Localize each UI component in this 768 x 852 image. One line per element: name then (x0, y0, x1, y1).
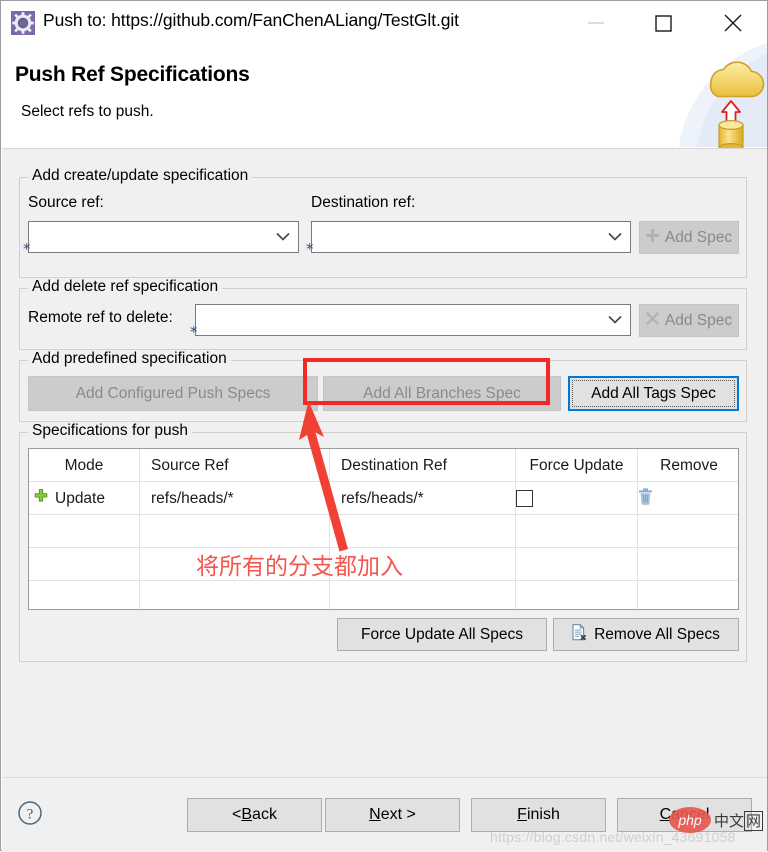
chevron-down-icon (276, 228, 290, 246)
cross-icon (645, 311, 659, 330)
add-configured-push-specs-label: Add Configured Push Specs (75, 384, 271, 402)
dialog-content: Add create/update specification Source r… (2, 149, 767, 777)
destination-ref-required-marker: * (306, 240, 314, 258)
minimize-icon (588, 22, 604, 24)
table-header-row: Mode Source Ref Destination Ref Force Up… (29, 449, 738, 482)
remove-document-icon (572, 623, 588, 646)
remote-ref-to-delete-combo[interactable] (195, 304, 631, 336)
trash-icon[interactable] (638, 487, 653, 510)
specifications-table[interactable]: Mode Source Ref Destination Ref Force Up… (28, 448, 739, 610)
add-all-tags-spec-button[interactable]: Add All Tags Spec (568, 376, 739, 411)
minimize-button[interactable] (574, 1, 620, 45)
chevron-down-icon (608, 311, 622, 329)
remote-ref-to-delete-label: Remote ref to delete: (28, 309, 173, 326)
cell-destination-ref: refs/heads/* (341, 489, 424, 507)
window-title: Push to: https://github.com/FanChenALian… (43, 10, 459, 30)
watermark-logo-badge: php (669, 807, 711, 833)
cell-force-update[interactable] (516, 482, 637, 515)
remove-all-specs-button[interactable]: Remove All Specs (553, 618, 739, 651)
cell-mode: Update (29, 482, 139, 515)
delete-group-title: Add delete ref specification (28, 278, 223, 296)
focus-ring (572, 380, 735, 407)
column-header-mode: Mode (64, 456, 104, 474)
finish-button-rest: inish (526, 806, 560, 823)
add-create-update-spec-button[interactable]: Add Spec (639, 221, 739, 254)
destination-ref-combo[interactable] (311, 221, 631, 253)
push-ref-specifications-dialog: Push to: https://github.com/FanChenALian… (0, 0, 768, 852)
plus-icon (645, 228, 659, 247)
next-button[interactable]: Next > (325, 798, 460, 832)
gear-icon (11, 11, 35, 35)
close-icon (724, 14, 742, 32)
finish-button-accel: F (517, 806, 527, 823)
source-ref-required-marker: * (23, 240, 31, 258)
add-all-branches-spec-button[interactable]: Add All Branches Spec (323, 376, 561, 411)
create-update-group-title: Add create/update specification (28, 167, 253, 185)
add-delete-spec-button[interactable]: Add Spec (639, 304, 739, 337)
table-row-empty[interactable] (29, 515, 738, 548)
page-subtitle: Select refs to push. (21, 103, 154, 120)
table-row-empty[interactable] (29, 581, 738, 609)
cell-remove[interactable] (638, 482, 738, 515)
back-button-rest: ack (252, 806, 277, 823)
column-header-force-update: Force Update (529, 456, 624, 474)
source-ref-label: Source ref: (28, 194, 104, 211)
destination-ref-label: Destination ref: (311, 194, 416, 211)
annotation-note: 将所有的分支都加入 (196, 554, 403, 580)
watermark-logo: php 中文网 (669, 807, 764, 833)
add-delete-spec-label: Add Spec (664, 311, 733, 329)
remote-ref-required-marker: * (190, 323, 198, 341)
cloud-upload-database-icon (671, 41, 767, 149)
force-update-all-specs-button[interactable]: Force Update All Specs (337, 618, 547, 651)
dialog-header: Push Ref Specifications Select refs to p… (2, 41, 767, 149)
cell-mode-label: Update (55, 489, 105, 507)
chevron-down-icon (608, 228, 622, 246)
force-update-checkbox[interactable] (516, 490, 533, 507)
column-header-source-ref: Source Ref (151, 456, 229, 474)
specs-group-title: Specifications for push (28, 422, 192, 440)
remove-all-specs-label: Remove All Specs (594, 625, 720, 643)
maximize-button[interactable] (640, 1, 686, 45)
predefined-group-title: Add predefined specification (28, 350, 231, 368)
create-update-specification-group: Add create/update specification Source r… (19, 167, 747, 278)
next-button-rest: ext > (380, 806, 416, 823)
back-button[interactable]: < Back (187, 798, 322, 832)
page-title: Push Ref Specifications (15, 63, 250, 86)
force-update-all-specs-label: Force Update All Specs (361, 625, 523, 643)
table-row[interactable]: Update refs/heads/* refs/heads/* (29, 482, 738, 515)
predefined-specification-group: Add predefined specification Add Configu… (19, 350, 747, 422)
back-button-prefix: < (232, 806, 242, 823)
cell-source-ref: refs/heads/* (151, 489, 234, 507)
source-ref-combo[interactable] (28, 221, 299, 253)
watermark-logo-text: 中文网 (714, 810, 764, 831)
column-header-destination-ref: Destination Ref (341, 456, 447, 474)
delete-ref-specification-group: Add delete ref specification Remote ref … (19, 278, 747, 350)
back-button-accel: B (241, 806, 253, 823)
plus-icon (34, 489, 48, 508)
svg-text:?: ? (27, 807, 34, 823)
close-button[interactable] (710, 1, 756, 45)
finish-button[interactable]: Finish (471, 798, 606, 832)
add-configured-push-specs-button[interactable]: Add Configured Push Specs (28, 376, 318, 411)
column-header-remove: Remove (660, 456, 718, 474)
next-button-accel: N (369, 806, 381, 823)
maximize-icon (655, 15, 672, 32)
help-icon[interactable]: ? (16, 799, 44, 832)
add-all-branches-spec-label: Add All Branches Spec (363, 384, 521, 402)
add-create-update-spec-label: Add Spec (664, 228, 733, 246)
